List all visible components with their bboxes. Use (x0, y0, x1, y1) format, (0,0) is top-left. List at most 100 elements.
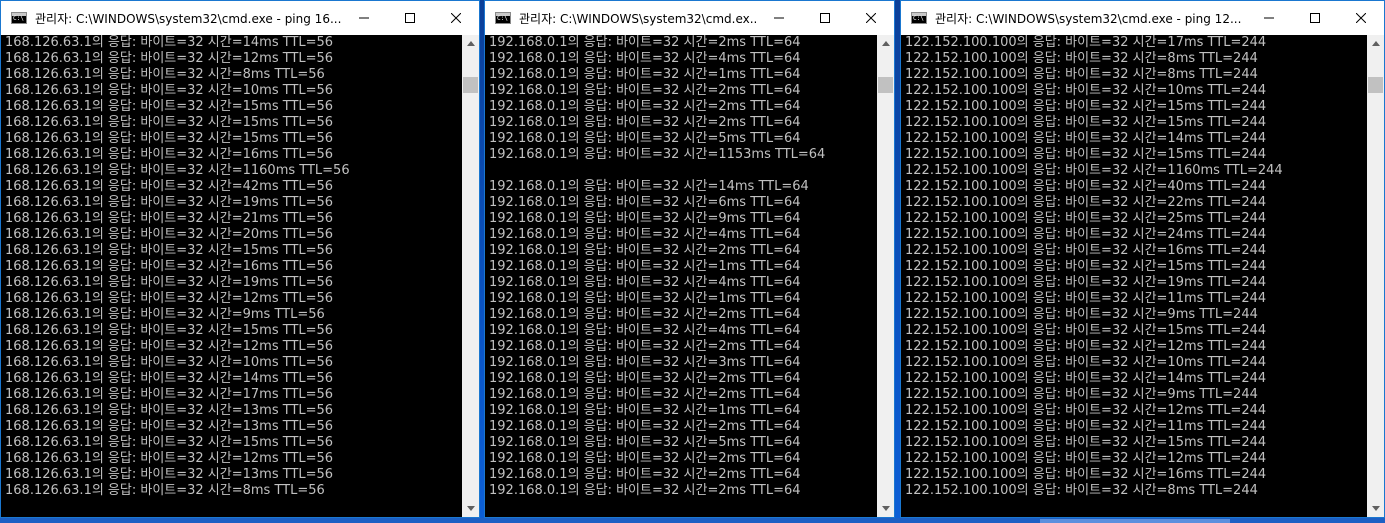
console-line: 122.152.100.100의 응답: 바이트=32 시간=11ms TTL=… (905, 291, 1267, 306)
console-line: 168.126.63.1의 응답: 바이트=32 시간=16ms TTL=56 (5, 259, 334, 274)
window-title: 관리자: C:\WINDOWS\system32\cmd.ex... (519, 11, 756, 26)
maximize-icon (1310, 13, 1320, 23)
cmd-icon[interactable] (11, 12, 27, 24)
vertical-scrollbar[interactable] (877, 35, 894, 517)
close-button[interactable] (848, 1, 894, 35)
console-line: 122.152.100.100의 응답: 바이트=32 시간=9ms TTL=2… (905, 387, 1258, 402)
console-line: 192.168.0.1의 응답: 바이트=32 시간=1ms TTL=64 (489, 291, 801, 306)
scroll-down-arrow-icon (881, 506, 890, 511)
cmd-window-3[interactable]: 관리자: C:\WINDOWS\system32\cmd.exe - ping … (900, 0, 1385, 518)
console-line: 122.152.100.100의 응답: 바이트=32 시간=10ms TTL=… (905, 83, 1267, 98)
window-title: 관리자: C:\WINDOWS\system32\cmd.exe - ping … (35, 11, 341, 26)
title-bar[interactable]: 관리자: C:\WINDOWS\system32\cmd.exe - ping … (1, 1, 479, 35)
console-line: 168.126.63.1의 응답: 바이트=32 시간=8ms TTL=56 (5, 483, 325, 498)
console-line: 192.168.0.1의 응답: 바이트=32 시간=4ms TTL=64 (489, 323, 801, 338)
scroll-up-button[interactable] (462, 35, 479, 52)
scroll-up-button[interactable] (1367, 35, 1384, 52)
minimize-button[interactable] (1246, 1, 1292, 35)
console-line: 168.126.63.1의 응답: 바이트=32 시간=13ms TTL=56 (5, 419, 334, 434)
console-line: 122.152.100.100의 응답: 바이트=32 시간=1160ms TT… (905, 163, 1283, 178)
minimize-button[interactable] (341, 1, 387, 35)
title-bar[interactable]: 관리자: C:\WINDOWS\system32\cmd.exe - ping … (901, 1, 1384, 35)
maximize-button[interactable] (1292, 1, 1338, 35)
console-line: 122.152.100.100의 응답: 바이트=32 시간=10ms TTL=… (905, 355, 1267, 370)
cmd-icon[interactable] (495, 12, 511, 24)
minimize-icon (1264, 17, 1274, 19)
console-line: 168.126.63.1의 응답: 바이트=32 시간=17ms TTL=56 (5, 387, 334, 402)
console-line: 168.126.63.1의 응답: 바이트=32 시간=10ms TTL=56 (5, 83, 334, 98)
close-icon (451, 13, 461, 23)
scroll-up-button[interactable] (877, 35, 894, 52)
console-line: 192.168.0.1의 응답: 바이트=32 시간=2ms TTL=64 (489, 307, 801, 322)
maximize-button[interactable] (387, 1, 433, 35)
console-line: 168.126.63.1의 응답: 바이트=32 시간=12ms TTL=56 (5, 339, 334, 354)
console-line: 168.126.63.1의 응답: 바이트=32 시간=21ms TTL=56 (5, 211, 334, 226)
scroll-thumb[interactable] (1368, 77, 1383, 93)
console-line: 168.126.63.1의 응답: 바이트=32 시간=16ms TTL=56 (5, 147, 334, 162)
console-line: 168.126.63.1의 응답: 바이트=32 시간=20ms TTL=56 (5, 227, 334, 242)
console-line: 192.168.0.1의 응답: 바이트=32 시간=5ms TTL=64 (489, 435, 801, 450)
console-line: 192.168.0.1의 응답: 바이트=32 시간=2ms TTL=64 (489, 339, 801, 354)
scroll-up-arrow-icon (1371, 41, 1380, 46)
close-button[interactable] (1338, 1, 1384, 35)
console-line: 192.168.0.1의 응답: 바이트=32 시간=2ms TTL=64 (489, 483, 801, 498)
console-line: 192.168.0.1의 응답: 바이트=32 시간=3ms TTL=64 (489, 355, 801, 370)
cmd-icon[interactable] (911, 12, 927, 24)
console-line: 122.152.100.100의 응답: 바이트=32 시간=8ms TTL=2… (905, 483, 1258, 498)
console-line: 168.126.63.1의 응답: 바이트=32 시간=42ms TTL=56 (5, 179, 334, 194)
vertical-scrollbar[interactable] (462, 35, 479, 517)
console-output[interactable]: 192.168.0.1의 응답: 바이트=32 시간=2ms TTL=64 192… (485, 35, 877, 517)
console-line: 168.126.63.1의 응답: 바이트=32 시간=12ms TTL=56 (5, 291, 334, 306)
scroll-down-button[interactable] (1367, 500, 1384, 517)
console-line: 122.152.100.100의 응답: 바이트=32 시간=15ms TTL=… (905, 323, 1267, 338)
console-line: 122.152.100.100의 응답: 바이트=32 시간=14ms TTL=… (905, 131, 1267, 146)
console-line: 122.152.100.100의 응답: 바이트=32 시간=9ms TTL=2… (905, 307, 1258, 322)
console-line: 122.152.100.100의 응답: 바이트=32 시간=40ms TTL=… (905, 179, 1267, 194)
console-line: 192.168.0.1의 응답: 바이트=32 시간=2ms TTL=64 (489, 35, 801, 50)
console-line: 122.152.100.100의 응답: 바이트=32 시간=14ms TTL=… (905, 371, 1267, 386)
maximize-button[interactable] (802, 1, 848, 35)
console-line: 192.168.0.1의 응답: 바이트=32 시간=2ms TTL=64 (489, 115, 801, 130)
console-line: 122.152.100.100의 응답: 바이트=32 시간=8ms TTL=2… (905, 67, 1258, 82)
cmd-window-2[interactable]: 관리자: C:\WINDOWS\system32\cmd.ex... 192.1… (484, 0, 895, 518)
console-line: 192.168.0.1의 응답: 바이트=32 시간=2ms TTL=64 (489, 371, 801, 386)
console-line: 168.126.63.1의 응답: 바이트=32 시간=1160ms TTL=5… (5, 163, 350, 178)
console-line: 192.168.0.1의 응답: 바이트=32 시간=4ms TTL=64 (489, 51, 801, 66)
window-title: 관리자: C:\WINDOWS\system32\cmd.exe - ping … (935, 11, 1242, 26)
console-line: 168.126.63.1의 응답: 바이트=32 시간=15ms TTL=56 (5, 115, 334, 130)
console-line: 168.126.63.1의 응답: 바이트=32 시간=19ms TTL=56 (5, 195, 334, 210)
maximize-icon (820, 13, 830, 23)
console-line: 168.126.63.1의 응답: 바이트=32 시간=12ms TTL=56 (5, 451, 334, 466)
console-line: 168.126.63.1의 응답: 바이트=32 시간=9ms TTL=56 (5, 307, 325, 322)
vertical-scrollbar[interactable] (1367, 35, 1384, 517)
console-line: 168.126.63.1의 응답: 바이트=32 시간=15ms TTL=56 (5, 99, 334, 114)
scroll-down-button[interactable] (462, 500, 479, 517)
console-output[interactable]: 122.152.100.100의 응답: 바이트=32 시간=17ms TTL=… (901, 35, 1367, 517)
scroll-thumb[interactable] (878, 77, 893, 93)
console-line: 192.168.0.1의 응답: 바이트=32 시간=4ms TTL=64 (489, 275, 801, 290)
title-bar[interactable]: 관리자: C:\WINDOWS\system32\cmd.ex... (485, 1, 894, 35)
console-line: 168.126.63.1의 응답: 바이트=32 시간=15ms TTL=56 (5, 243, 334, 258)
console-line: 192.168.0.1의 응답: 바이트=32 시간=1ms TTL=64 (489, 259, 801, 274)
taskbar-active-item[interactable] (1040, 519, 1230, 523)
close-button[interactable] (433, 1, 479, 35)
console-line: 192.168.0.1의 응답: 바이트=32 시간=2ms TTL=64 (489, 451, 801, 466)
console-line: 168.126.63.1의 응답: 바이트=32 시간=15ms TTL=56 (5, 323, 334, 338)
console-line: 168.126.63.1의 응답: 바이트=32 시간=15ms TTL=56 (5, 435, 334, 450)
scroll-thumb[interactable] (463, 77, 478, 93)
console-line: 122.152.100.100의 응답: 바이트=32 시간=25ms TTL=… (905, 211, 1267, 226)
scroll-down-button[interactable] (877, 500, 894, 517)
maximize-icon (405, 13, 415, 23)
console-output[interactable]: 168.126.63.1의 응답: 바이트=32 시간=14ms TTL=56 1… (1, 35, 462, 517)
console-line: 122.152.100.100의 응답: 바이트=32 시간=15ms TTL=… (905, 115, 1267, 130)
cmd-window-1[interactable]: 관리자: C:\WINDOWS\system32\cmd.exe - ping … (0, 0, 480, 518)
console-line: 192.168.0.1의 응답: 바이트=32 시간=2ms TTL=64 (489, 243, 801, 258)
console-line: 192.168.0.1의 응답: 바이트=32 시간=2ms TTL=64 (489, 467, 801, 482)
console-line: 192.168.0.1의 응답: 바이트=32 시간=5ms TTL=64 (489, 131, 801, 146)
console-line: 192.168.0.1의 응답: 바이트=32 시간=9ms TTL=64 (489, 211, 801, 226)
minimize-button[interactable] (756, 1, 802, 35)
scroll-up-arrow-icon (881, 41, 890, 46)
console-line: 122.152.100.100의 응답: 바이트=32 시간=12ms TTL=… (905, 339, 1267, 354)
console-line: 168.126.63.1의 응답: 바이트=32 시간=8ms TTL=56 (5, 67, 325, 82)
